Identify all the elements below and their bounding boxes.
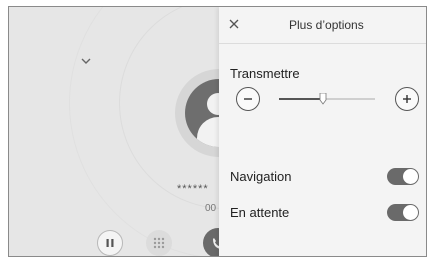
- navigation-toggle[interactable]: [387, 168, 419, 185]
- volume-label: Transmettre: [230, 66, 300, 81]
- volume-increase-button[interactable]: [395, 87, 419, 111]
- navigation-label: Navigation: [230, 169, 292, 184]
- slider-thumb[interactable]: [319, 93, 327, 105]
- call-duration: 00: [205, 203, 217, 214]
- screen-frame: ****** 00 Plus d’options Transmettre Nav…: [8, 6, 427, 257]
- keypad-icon: [153, 237, 165, 249]
- hold-label: En attente: [230, 205, 290, 220]
- slider-fill: [279, 98, 323, 100]
- caller-number: ******: [177, 183, 209, 195]
- pause-icon: [106, 239, 114, 247]
- panel-header: Plus d’options: [219, 7, 426, 44]
- hold-toggle[interactable]: [387, 204, 419, 221]
- close-icon[interactable]: [227, 17, 241, 31]
- chevron-down-icon[interactable]: [79, 57, 93, 67]
- keypad-button[interactable]: [146, 230, 172, 256]
- minus-icon: [244, 98, 252, 100]
- toggle-knob: [403, 205, 418, 220]
- volume-decrease-button[interactable]: [236, 87, 260, 111]
- options-panel: Plus d’options Transmettre Navigation En…: [219, 7, 426, 256]
- volume-slider[interactable]: [279, 93, 375, 105]
- toggle-knob: [403, 169, 418, 184]
- panel-title: Plus d’options: [289, 18, 364, 32]
- hold-button[interactable]: [97, 230, 123, 256]
- plus-icon: [403, 95, 411, 103]
